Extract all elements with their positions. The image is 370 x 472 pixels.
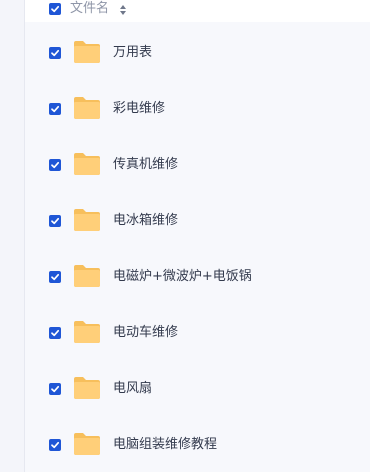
file-name[interactable]: 电磁炉+微波炉+电饭锅 [113, 267, 252, 287]
file-row[interactable]: 电冰箱维修 [25, 196, 370, 246]
row-checkbox[interactable] [49, 327, 61, 339]
file-row[interactable]: 万用表 [25, 28, 370, 78]
file-row[interactable]: 彩电维修 [25, 84, 370, 134]
check-icon [51, 329, 60, 337]
file-row[interactable]: 传真机维修 [25, 140, 370, 190]
check-icon [51, 385, 60, 393]
sort-icon[interactable] [119, 4, 127, 16]
folder-icon [72, 95, 102, 121]
folder-icon [72, 375, 102, 401]
row-checkbox[interactable] [49, 159, 61, 171]
row-checkbox[interactable] [49, 103, 61, 115]
left-sidebar-rail [0, 0, 25, 472]
file-name[interactable]: 万用表 [113, 43, 152, 63]
row-checkbox[interactable] [49, 383, 61, 395]
folder-icon [72, 207, 102, 233]
check-icon [51, 217, 60, 225]
check-icon [51, 5, 60, 13]
check-icon [51, 441, 60, 449]
file-list-header: 文件名 [25, 0, 370, 22]
check-icon [51, 273, 60, 281]
file-name[interactable]: 传真机维修 [113, 155, 178, 175]
file-row[interactable]: 电动车维修 [25, 308, 370, 358]
row-checkbox[interactable] [49, 439, 61, 451]
folder-icon [72, 319, 102, 345]
file-row[interactable]: 电脑组装维修教程 [25, 420, 370, 470]
file-row[interactable]: 电磁炉+微波炉+电饭锅 [25, 252, 370, 302]
file-name[interactable]: 电冰箱维修 [113, 211, 178, 231]
file-row[interactable]: 电风扇 [25, 364, 370, 414]
file-name[interactable]: 电脑组装维修教程 [113, 435, 217, 455]
file-name[interactable]: 电动车维修 [113, 323, 178, 343]
folder-icon [72, 39, 102, 65]
row-checkbox[interactable] [49, 47, 61, 59]
file-name[interactable]: 电风扇 [113, 379, 152, 399]
folder-icon [72, 263, 102, 289]
check-icon [51, 49, 60, 57]
check-icon [51, 105, 60, 113]
row-checkbox[interactable] [49, 271, 61, 283]
folder-icon [72, 431, 102, 457]
filename-column-header[interactable]: 文件名 [70, 0, 109, 18]
file-name[interactable]: 彩电维修 [113, 99, 165, 119]
select-all-checkbox[interactable] [49, 3, 61, 15]
folder-icon [72, 151, 102, 177]
row-checkbox[interactable] [49, 215, 61, 227]
file-list-panel: 文件名 万用表彩电维修传真机维修电冰箱维修电磁炉+微波炉+电饭锅 电动车维修电风扇… [25, 0, 370, 472]
check-icon [51, 161, 60, 169]
